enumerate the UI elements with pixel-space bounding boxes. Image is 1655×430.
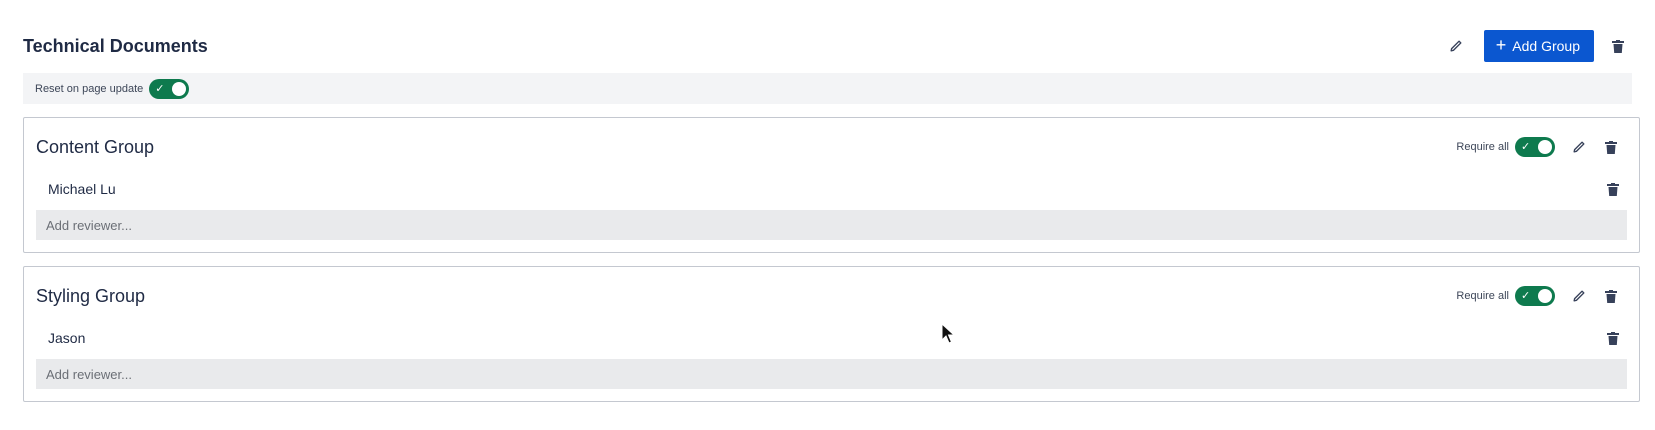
edit-title-button[interactable] (1442, 32, 1470, 60)
reset-setting-bar: Reset on page update ✓ (23, 73, 1632, 104)
remove-reviewer-button[interactable] (1599, 175, 1627, 203)
add-group-button[interactable]: + Add Group (1483, 30, 1594, 62)
require-all-label: Require all (1456, 290, 1509, 302)
group-title: Styling Group (36, 285, 146, 306)
pencil-icon (1573, 290, 1585, 302)
page-title: Technical Documents (23, 35, 208, 56)
group-header: Content Group Require all ✓ (36, 132, 1627, 162)
add-reviewer-input[interactable] (36, 359, 1627, 389)
reviewer-name: Jason (48, 330, 86, 346)
check-icon: ✓ (155, 82, 165, 95)
reset-toggle[interactable]: ✓ (149, 78, 190, 99)
toggle-knob (1538, 289, 1552, 303)
reviewer-row: Jason (36, 325, 1627, 351)
plus-icon: + (1495, 35, 1507, 55)
reviewer-group: Content Group Require all ✓ Michael Lu (23, 117, 1640, 253)
toggle-knob (172, 81, 187, 96)
page: Technical Documents + Add Group Reset on… (0, 0, 1655, 430)
edit-group-button[interactable] (1563, 133, 1595, 161)
add-group-label: Add Group (1512, 38, 1580, 54)
trash-icon (1605, 140, 1617, 154)
page-header: Technical Documents + Add Group (23, 28, 1632, 64)
reviewer-name: Michael Lu (48, 181, 116, 197)
trash-icon (1605, 289, 1617, 303)
pencil-icon (1450, 40, 1462, 52)
pencil-icon (1573, 141, 1585, 153)
delete-section-button[interactable] (1604, 32, 1632, 60)
edit-group-button[interactable] (1563, 282, 1595, 310)
require-all-toggle[interactable]: ✓ (1515, 137, 1555, 157)
add-reviewer-input[interactable] (36, 210, 1627, 240)
delete-group-button[interactable] (1595, 133, 1627, 161)
group-title: Content Group (36, 136, 155, 157)
remove-reviewer-button[interactable] (1599, 324, 1627, 352)
check-icon: ✓ (1521, 141, 1531, 153)
reset-label: Reset on page update (35, 82, 144, 95)
reviewer-row: Michael Lu (36, 176, 1627, 202)
require-all-label: Require all (1456, 141, 1509, 153)
trash-icon (1612, 39, 1624, 53)
trash-icon (1607, 182, 1619, 196)
group-header: Styling Group Require all ✓ (36, 281, 1627, 311)
trash-icon (1607, 331, 1619, 345)
mouse-pointer-icon (941, 323, 955, 344)
toggle-knob (1538, 140, 1552, 154)
delete-group-button[interactable] (1595, 282, 1627, 310)
check-icon: ✓ (1521, 290, 1531, 302)
require-all-toggle[interactable]: ✓ (1515, 286, 1555, 306)
reviewer-group: Styling Group Require all ✓ Jason (23, 266, 1640, 402)
